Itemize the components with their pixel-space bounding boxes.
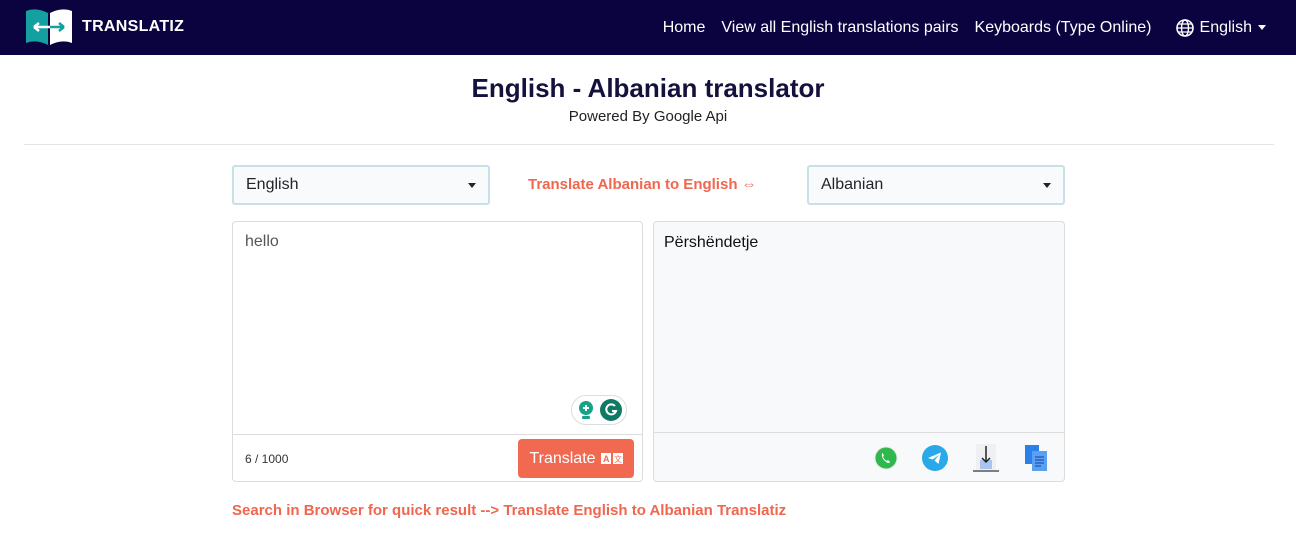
character-count: 6 / 1000 xyxy=(245,452,289,466)
navbar: TRANSLATIZ Home View all English transla… xyxy=(0,0,1296,55)
language-dropdown[interactable]: English xyxy=(1175,18,1266,37)
translate-button[interactable]: Translate A文 xyxy=(518,439,634,478)
translation-output: Përshëndetje xyxy=(664,234,759,251)
divider xyxy=(233,434,642,435)
chevron-down-icon xyxy=(468,182,476,188)
source-textarea[interactable]: hello xyxy=(245,233,279,251)
brand-name: TRANSLATIZ xyxy=(82,18,185,35)
globe-icon xyxy=(1175,18,1194,37)
svg-text:A: A xyxy=(603,454,610,464)
nav-translation-pairs[interactable]: View all English translations pairs xyxy=(721,19,958,37)
swap-languages-link[interactable]: Translate Albanian to English ⇔ xyxy=(528,176,757,193)
book-logo-icon xyxy=(26,9,72,45)
browser-search-link[interactable]: Search in Browser for quick result --> T… xyxy=(232,502,786,519)
source-language-value: English xyxy=(246,176,299,193)
page-title: English - Albanian translator xyxy=(471,73,825,103)
language-label: English xyxy=(1199,18,1252,36)
source-text-panel: hello 6 / 1000 Translate A文 xyxy=(232,221,643,482)
copy-icon[interactable] xyxy=(1024,444,1048,472)
logo[interactable]: TRANSLATIZ xyxy=(24,7,184,47)
divider xyxy=(24,144,1274,145)
target-language-select[interactable]: Albanian xyxy=(807,165,1065,205)
download-icon[interactable] xyxy=(972,443,1000,473)
whatsapp-icon[interactable] xyxy=(874,446,898,470)
source-language-select[interactable]: English xyxy=(232,165,490,205)
lightbulb-icon xyxy=(578,401,593,419)
grammarly-icon xyxy=(599,399,622,421)
translate-icon: A文 xyxy=(600,453,623,464)
chevron-down-icon xyxy=(1258,25,1266,30)
page-subtitle: Powered By Google Api xyxy=(568,108,728,125)
target-language-value: Albanian xyxy=(821,176,884,193)
grammarly-widget[interactable] xyxy=(571,395,627,425)
nav-keyboards[interactable]: Keyboards (Type Online) xyxy=(975,19,1152,37)
translate-label: Translate xyxy=(529,449,596,467)
chevron-down-icon xyxy=(1043,182,1051,188)
nav-home[interactable]: Home xyxy=(663,19,706,37)
divider xyxy=(654,432,1064,433)
telegram-icon[interactable] xyxy=(922,445,948,471)
translation-output-panel: Përshëndetje xyxy=(653,221,1065,482)
svg-text:文: 文 xyxy=(614,454,622,464)
